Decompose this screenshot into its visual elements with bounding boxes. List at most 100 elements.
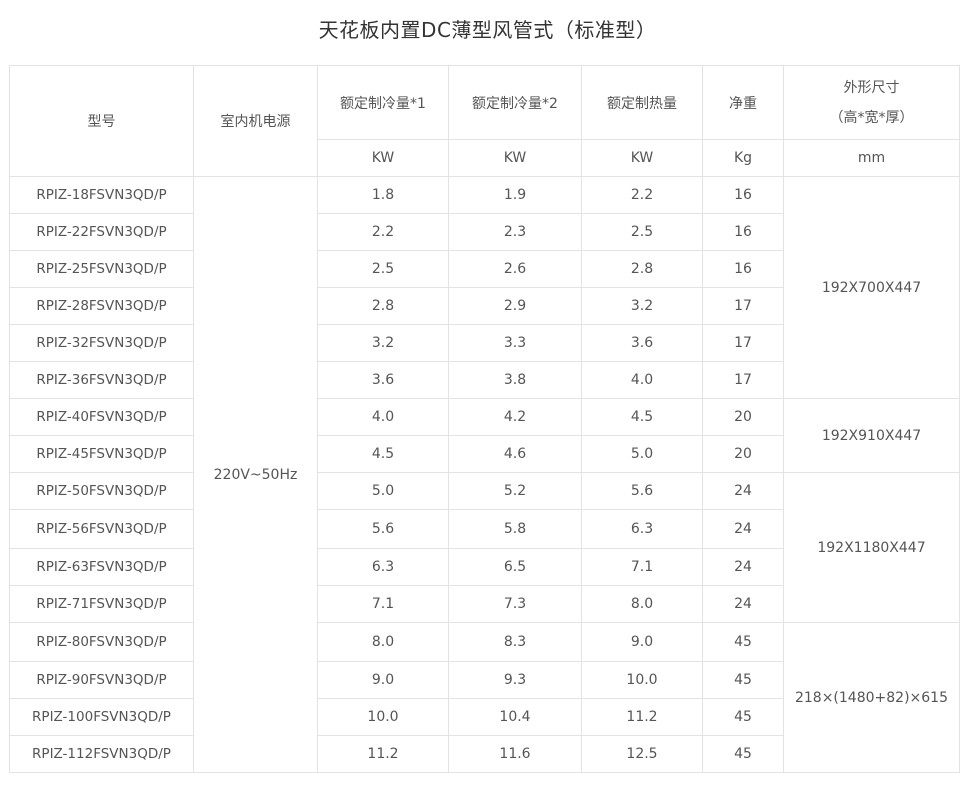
- cell-cooling2: 5.2: [448, 472, 582, 510]
- cell-dimensions: 192X910X447: [783, 398, 960, 473]
- cell-heating: 10.0: [581, 661, 703, 699]
- cell-cooling2: 2.9: [448, 287, 582, 325]
- cell-cooling2: 5.8: [448, 509, 582, 549]
- cell-heating: 3.6: [581, 324, 703, 362]
- cell-cooling1: 3.6: [317, 361, 449, 399]
- cell-cooling1: 5.6: [317, 509, 449, 549]
- cell-dimensions: 218×(1480+82)×615: [783, 622, 960, 773]
- cell-model: RPIZ-45FSVN3QD/P: [9, 435, 194, 473]
- cell-model: RPIZ-28FSVN3QD/P: [9, 287, 194, 325]
- cell-heating: 12.5: [581, 735, 703, 773]
- cell-cooling1: 1.8: [317, 176, 449, 214]
- table-row: RPIZ-80FSVN3QD/P 8.0 8.3 9.0 45 218×(1480+82)…: [9, 622, 960, 773]
- cell-cooling2: 6.5: [448, 548, 582, 586]
- cell-model: RPIZ-100FSVN3QD/P: [9, 698, 194, 736]
- cell-net-weight: 24: [702, 472, 784, 510]
- cell-heating: 8.0: [581, 585, 703, 623]
- cell-cooling1: 8.0: [317, 622, 449, 662]
- cell-net-weight: 45: [702, 735, 784, 773]
- cell-net-weight: 24: [702, 509, 784, 549]
- cell-cooling2: 10.4: [448, 698, 582, 736]
- cell-heating: 3.2: [581, 287, 703, 325]
- cell-cooling1: 5.0: [317, 472, 449, 510]
- cell-cooling2: 8.3: [448, 622, 582, 662]
- table-row: RPIZ-18FSVN3QD/P 220V~50Hz 1.8 1.9 2.2 16 192X…: [9, 176, 960, 773]
- cell-heating: 5.0: [581, 435, 703, 473]
- header-power-source: 室内机电源: [193, 65, 318, 177]
- cell-net-weight: 45: [702, 622, 784, 662]
- cell-power-source: 220V~50Hz: [193, 176, 318, 773]
- header-dimensions: 外形尺寸 （高*宽*厚）: [783, 65, 960, 140]
- unit-cooling2: KW: [448, 139, 582, 177]
- cell-model: RPIZ-80FSVN3QD/P: [9, 622, 194, 662]
- cell-heating: 7.1: [581, 548, 703, 586]
- cell-model: RPIZ-112FSVN3QD/P: [9, 735, 194, 773]
- spec-table: 型号 室内机电源 额定制冷量*1 额定制冷量*2 额定制热量 净重 外形尺寸 （…: [9, 65, 960, 773]
- unit-dimensions: mm: [783, 139, 960, 177]
- cell-cooling1: 10.0: [317, 698, 449, 736]
- header-row: 型号 室内机电源 额定制冷量*1 额定制冷量*2 额定制热量 净重 外形尺寸 （…: [9, 65, 960, 177]
- unit-net-weight: Kg: [702, 139, 784, 177]
- cell-heating: 9.0: [581, 622, 703, 662]
- cell-model: RPIZ-56FSVN3QD/P: [9, 509, 194, 549]
- cell-model: RPIZ-90FSVN3QD/P: [9, 661, 194, 699]
- cell-cooling1: 6.3: [317, 548, 449, 586]
- cell-net-weight: 24: [702, 585, 784, 623]
- cell-heating: 5.6: [581, 472, 703, 510]
- cell-cooling2: 4.6: [448, 435, 582, 473]
- cell-net-weight: 20: [702, 398, 784, 436]
- cell-cooling1: 2.2: [317, 213, 449, 251]
- cell-net-weight: 45: [702, 698, 784, 736]
- cell-net-weight: 17: [702, 287, 784, 325]
- cell-model: RPIZ-63FSVN3QD/P: [9, 548, 194, 586]
- cell-net-weight: 20: [702, 435, 784, 473]
- cell-heating: 2.8: [581, 250, 703, 288]
- cell-cooling2: 11.6: [448, 735, 582, 773]
- cell-model: RPIZ-25FSVN3QD/P: [9, 250, 194, 288]
- cell-cooling2: 2.6: [448, 250, 582, 288]
- cell-cooling1: 4.0: [317, 398, 449, 436]
- header-heating: 额定制热量: [581, 65, 703, 140]
- cell-cooling2: 3.3: [448, 324, 582, 362]
- cell-model: RPIZ-40FSVN3QD/P: [9, 398, 194, 436]
- header-cooling1: 额定制冷量*1: [317, 65, 449, 140]
- header-net-weight: 净重: [702, 65, 784, 140]
- cell-dimensions: 192X700X447: [783, 176, 960, 399]
- header-dimensions-title: 外形尺寸: [843, 79, 900, 96]
- cell-cooling2: 9.3: [448, 661, 582, 699]
- cell-heating: 2.5: [581, 213, 703, 251]
- cell-net-weight: 16: [702, 250, 784, 288]
- cell-model: RPIZ-36FSVN3QD/P: [9, 361, 194, 399]
- cell-cooling1: 3.2: [317, 324, 449, 362]
- table-row: RPIZ-40FSVN3QD/P 4.0 4.2 4.5 20 192X910X447: [9, 398, 960, 473]
- page-title: 天花板内置DC薄型风管式（标准型）: [318, 18, 657, 42]
- header-cooling2: 额定制冷量*2: [448, 65, 582, 140]
- table-row: RPIZ-50FSVN3QD/P 5.0 5.2 5.6 24 192X1180X447: [9, 472, 960, 623]
- cell-net-weight: 24: [702, 548, 784, 586]
- cell-cooling1: 2.5: [317, 250, 449, 288]
- cell-heating: 11.2: [581, 698, 703, 736]
- cell-net-weight: 45: [702, 661, 784, 699]
- table-body: RPIZ-18FSVN3QD/P 220V~50Hz 1.8 1.9 2.2 16 192X…: [9, 176, 960, 773]
- cell-heating: 4.5: [581, 398, 703, 436]
- cell-cooling2: 2.3: [448, 213, 582, 251]
- cell-cooling2: 4.2: [448, 398, 582, 436]
- cell-cooling2: 3.8: [448, 361, 582, 399]
- cell-net-weight: 17: [702, 361, 784, 399]
- cell-cooling1: 4.5: [317, 435, 449, 473]
- cell-net-weight: 16: [702, 176, 784, 214]
- cell-heating: 2.2: [581, 176, 703, 214]
- header-model: 型号: [9, 65, 194, 177]
- cell-model: RPIZ-50FSVN3QD/P: [9, 472, 194, 510]
- cell-model: RPIZ-32FSVN3QD/P: [9, 324, 194, 362]
- cell-model: RPIZ-18FSVN3QD/P: [9, 176, 194, 214]
- cell-net-weight: 16: [702, 213, 784, 251]
- cell-cooling1: 2.8: [317, 287, 449, 325]
- cell-cooling1: 9.0: [317, 661, 449, 699]
- cell-cooling2: 1.9: [448, 176, 582, 214]
- cell-dimensions: 192X1180X447: [783, 472, 960, 623]
- cell-cooling1: 11.2: [317, 735, 449, 773]
- cell-heating: 6.3: [581, 509, 703, 549]
- cell-model: RPIZ-71FSVN3QD/P: [9, 585, 194, 623]
- header-dimensions-subtitle: （高*宽*厚）: [829, 109, 914, 126]
